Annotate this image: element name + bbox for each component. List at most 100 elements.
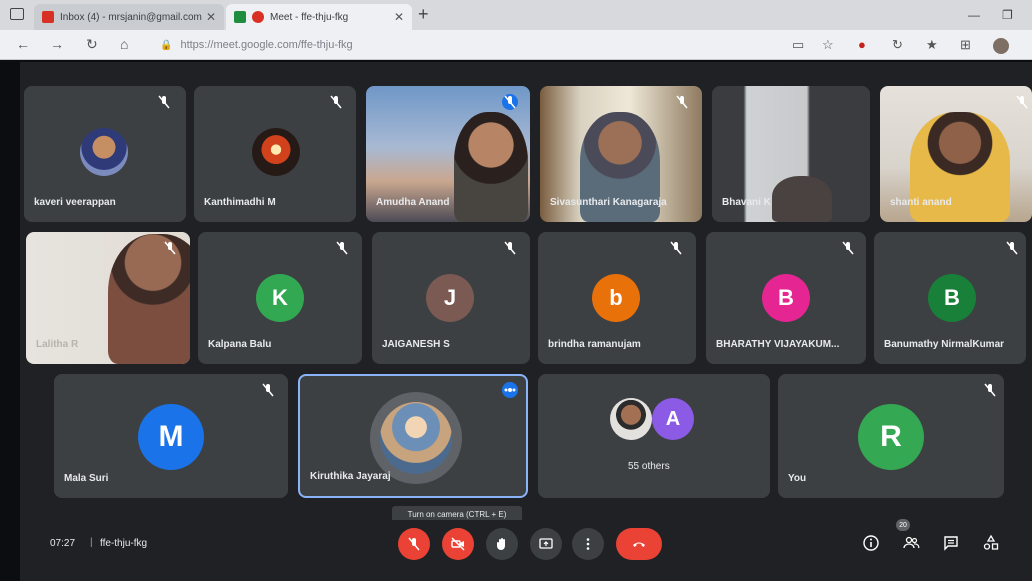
participant-avatar: M [138, 404, 204, 470]
tab-actions-icon[interactable] [10, 8, 24, 20]
active-speaker-tile[interactable]: Kiruthika Jayaraj [298, 374, 528, 498]
tab-label: Inbox (4) - mrsjanin@gmail.com [60, 11, 202, 23]
mic-off-icon [328, 94, 344, 110]
mic-off-icon [668, 240, 684, 256]
separator: | [90, 537, 93, 548]
participant-video-tile[interactable]: Lalitha R [26, 232, 190, 364]
participant-tile[interactable]: B BHARATHY VIJAYAKUM... [706, 232, 866, 364]
participant-avatar: b [592, 274, 640, 322]
participant-tile[interactable]: kaveri veerappan [24, 86, 186, 222]
people-count-badge: 20 [896, 519, 910, 531]
favorite-icon[interactable]: ☆ [822, 37, 834, 53]
end-call-icon [633, 542, 645, 547]
forward-icon[interactable]: → [50, 36, 64, 52]
tab-gmail[interactable]: Inbox (4) - mrsjanin@gmail.com ✕ [34, 4, 224, 30]
leave-call-button[interactable] [616, 528, 662, 560]
mic-off-icon [982, 382, 998, 398]
close-icon[interactable]: ✕ [394, 10, 404, 24]
chat-icon [944, 536, 958, 551]
more-vert-icon [586, 538, 590, 550]
meeting-time: 07:27 [50, 538, 76, 549]
favorites-icon[interactable]: ★ [926, 37, 938, 53]
new-tab-icon[interactable]: + [418, 4, 429, 25]
participant-avatar: J [426, 274, 474, 322]
participant-name: kaveri veerappan [34, 197, 116, 208]
others-count: 55 others [628, 461, 670, 472]
profile-avatar[interactable] [993, 38, 1009, 54]
participant-name: Kanthimadhi M [204, 197, 276, 208]
participant-name: Amudha Anand [376, 197, 450, 208]
mic-off-icon [162, 240, 178, 256]
people-button[interactable] [902, 534, 922, 554]
mic-off-icon [260, 382, 276, 398]
participant-name: BHARATHY VIJAYAKUM... [716, 339, 840, 350]
tab-meet[interactable]: Meet - ffe-thju-fkg ✕ [226, 4, 412, 30]
participant-name: Kiruthika Jayaraj [310, 471, 391, 482]
camera-icon[interactable]: ▭ [792, 37, 804, 53]
meet-icon [234, 11, 246, 23]
activities-button[interactable] [982, 534, 1002, 554]
raise-hand-button[interactable] [486, 528, 518, 560]
gmail-icon [42, 11, 54, 23]
participant-avatar: R [858, 404, 924, 470]
chat-button[interactable] [942, 534, 962, 554]
minimize-icon[interactable]: — [968, 8, 980, 22]
mic-off-icon [502, 240, 518, 256]
restore-icon[interactable]: ❐ [1002, 8, 1013, 22]
participant-avatar [80, 128, 128, 176]
self-tile[interactable]: R You [778, 374, 1004, 498]
participant-tile[interactable]: Kanthimadhi M [194, 86, 356, 222]
url-text: https://meet.google.com/ffe-thju-fkg [180, 39, 353, 51]
camera-toggle-button[interactable] [442, 528, 474, 560]
participant-video-tile[interactable]: Sivasunthari Kanagaraja [540, 86, 702, 222]
close-icon[interactable]: ✕ [206, 10, 216, 24]
mic-off-icon [156, 94, 172, 110]
reload-icon[interactable]: ↻ [86, 36, 98, 53]
participant-tile[interactable]: M Mala Suri [54, 374, 288, 498]
participant-avatar: K [256, 274, 304, 322]
mic-off-icon [674, 94, 690, 110]
meeting-details-button[interactable] [862, 534, 882, 554]
hand-icon [497, 538, 505, 550]
others-tile[interactable]: A 55 others [538, 374, 770, 498]
participant-avatar: B [762, 274, 810, 322]
participant-avatar: A [652, 398, 694, 440]
more-options-button[interactable] [572, 528, 604, 560]
participant-avatar [380, 402, 452, 474]
mic-toggle-button[interactable] [398, 528, 430, 560]
participant-video-tile[interactable]: shanti anand [880, 86, 1032, 222]
participant-tile[interactable]: B Banumathy NirmalKumar [874, 232, 1026, 364]
participant-tile[interactable]: J JAIGANESH S [372, 232, 530, 364]
participant-name: Bhavani K [722, 197, 771, 208]
browser-toolbar: ← → ↻ ⌂ 🔒 https://meet.google.com/ffe-th… [0, 30, 1032, 60]
meeting-code: ffe-thju-fkg [100, 538, 148, 549]
participant-tile[interactable]: b brindha ramanujam [538, 232, 696, 364]
recording-icon [252, 11, 264, 23]
mic-off-icon [408, 537, 420, 551]
participant-name: brindha ramanujam [548, 339, 641, 350]
collections-icon[interactable]: ⊞ [960, 37, 971, 53]
participant-video-tile[interactable]: Bhavani K [712, 86, 870, 222]
participant-avatar [610, 398, 652, 440]
participant-name: shanti anand [890, 197, 952, 208]
speaking-indicator-icon [502, 382, 518, 398]
participant-name: You [788, 473, 807, 484]
present-button[interactable] [530, 528, 562, 560]
participant-tile[interactable]: K Kalpana Balu [198, 232, 362, 364]
video-figure [772, 176, 832, 222]
camera-off-icon [451, 537, 465, 551]
home-icon[interactable]: ⌂ [120, 36, 128, 52]
back-icon[interactable]: ← [16, 36, 30, 52]
video-figure [454, 112, 528, 222]
participant-video-tile[interactable]: Amudha Anand [366, 86, 530, 222]
extension-icon[interactable]: ● [858, 37, 866, 52]
screen: Inbox (4) - mrsjanin@gmail.com ✕ Meet - … [0, 0, 1032, 581]
mic-off-icon [1004, 240, 1020, 256]
participant-avatar [252, 128, 300, 176]
mic-off-icon [334, 240, 350, 256]
address-bar[interactable]: 🔒 https://meet.google.com/ffe-thju-fkg [150, 34, 770, 56]
meeting-controls-bar: 07:27 | ffe-thju-fkg [20, 520, 1032, 568]
refresh-extension-icon[interactable]: ↻ [892, 37, 903, 53]
mic-off-icon [840, 240, 856, 256]
participant-name: Banumathy NirmalKumar [884, 339, 1005, 350]
